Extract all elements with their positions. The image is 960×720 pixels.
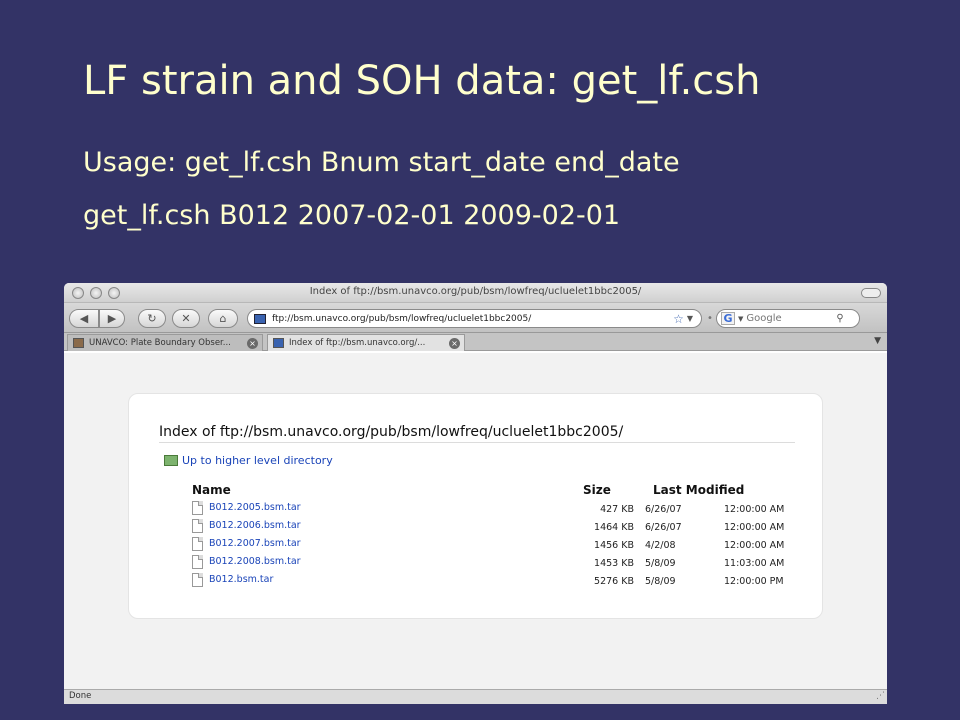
home-button[interactable]: ⌂ bbox=[208, 309, 238, 328]
file-time: 12:00:00 AM bbox=[724, 504, 785, 515]
search-input[interactable] bbox=[746, 313, 837, 324]
folder-up-icon bbox=[164, 455, 178, 466]
file-date: 5/8/09 bbox=[645, 576, 676, 587]
stop-icon: ✕ bbox=[181, 312, 191, 325]
column-header-name: Name bbox=[192, 483, 231, 497]
forward-button[interactable]: ▶ bbox=[99, 309, 125, 328]
heading-divider bbox=[159, 442, 795, 443]
file-link[interactable]: B012.bsm.tar bbox=[209, 574, 273, 585]
tab-unavco[interactable]: UNAVCO: Plate Boundary Obser... × bbox=[67, 334, 263, 351]
toolbar-toggle-button[interactable] bbox=[861, 288, 881, 298]
file-link[interactable]: B012.2007.bsm.tar bbox=[209, 538, 301, 549]
google-engine-icon[interactable]: G bbox=[721, 312, 735, 325]
file-time: 12:00:00 AM bbox=[724, 540, 785, 551]
separator-dot-icon: • bbox=[707, 313, 713, 324]
file-row: B012.2006.bsm.tar 1464 KB 6/26/07 12:00:… bbox=[192, 519, 792, 537]
file-size: 427 KB bbox=[600, 504, 634, 515]
address-bar[interactable]: ftp://bsm.unavco.org/pub/bsm/lowfreq/ucl… bbox=[247, 309, 702, 328]
reload-button[interactable]: ↻ bbox=[138, 309, 166, 328]
home-icon: ⌂ bbox=[219, 312, 227, 325]
usage-line: Usage: get_lf.csh Bnum start_date end_da… bbox=[83, 147, 680, 178]
file-icon bbox=[192, 573, 203, 587]
file-link[interactable]: B012.2005.bsm.tar bbox=[209, 502, 301, 513]
page-content: Index of ftp://bsm.unavco.org/pub/bsm/lo… bbox=[64, 353, 887, 689]
status-bar: Done ⋰ bbox=[64, 689, 887, 704]
file-icon bbox=[192, 537, 203, 551]
file-date: 6/26/07 bbox=[645, 522, 682, 533]
file-row: B012.2008.bsm.tar 1453 KB 5/8/09 11:03:0… bbox=[192, 555, 792, 573]
navigation-toolbar: ◀ ▶ ↻ ✕ ⌂ ftp://bsm.unavco.org/pub/bsm/l… bbox=[64, 303, 887, 333]
back-button[interactable]: ◀ bbox=[69, 309, 99, 328]
file-icon bbox=[192, 519, 203, 533]
window-title: Index of ftp://bsm.unavco.org/pub/bsm/lo… bbox=[309, 286, 642, 297]
search-bar[interactable]: G ▼ ⚲ bbox=[716, 309, 860, 328]
unavco-favicon-icon bbox=[73, 338, 84, 348]
title-bar: Index of ftp://bsm.unavco.org/pub/bsm/lo… bbox=[64, 283, 887, 303]
browser-window: Index of ftp://bsm.unavco.org/pub/bsm/lo… bbox=[64, 283, 887, 704]
site-favicon-icon bbox=[254, 313, 266, 324]
column-header-size: Size bbox=[583, 483, 611, 497]
file-link[interactable]: B012.2006.bsm.tar bbox=[209, 520, 301, 531]
file-time: 12:00:00 AM bbox=[724, 522, 785, 533]
file-row: B012.bsm.tar 5276 KB 5/8/09 12:00:00 PM bbox=[192, 573, 792, 591]
file-icon bbox=[192, 555, 203, 569]
file-row: B012.2005.bsm.tar 427 KB 6/26/07 12:00:0… bbox=[192, 501, 792, 519]
search-magnifier-icon[interactable]: ⚲ bbox=[836, 313, 843, 324]
back-arrow-icon: ◀ bbox=[79, 312, 89, 325]
tab-label: UNAVCO: Plate Boundary Obser... bbox=[89, 338, 231, 348]
listing-heading: Index of ftp://bsm.unavco.org/pub/bsm/lo… bbox=[159, 424, 624, 440]
file-date: 6/26/07 bbox=[645, 504, 682, 515]
example-line: get_lf.csh B012 2007-02-01 2009-02-01 bbox=[83, 200, 621, 231]
up-directory-label[interactable]: Up to higher level directory bbox=[182, 454, 333, 467]
stop-button[interactable]: ✕ bbox=[172, 309, 200, 328]
engine-dropdown-icon[interactable]: ▼ bbox=[738, 315, 743, 323]
file-size: 1464 KB bbox=[594, 522, 634, 533]
file-size: 1453 KB bbox=[594, 558, 634, 569]
tab-list-icon[interactable]: ▼ bbox=[874, 336, 881, 346]
column-header-modified: Last Modified bbox=[653, 483, 745, 497]
tab-close-icon[interactable]: × bbox=[449, 337, 460, 349]
file-size: 1456 KB bbox=[594, 540, 634, 551]
file-time: 11:03:00 AM bbox=[724, 558, 785, 569]
ftp-favicon-icon bbox=[273, 338, 284, 348]
history-dropdown-icon[interactable]: ▼ bbox=[687, 314, 693, 323]
slide-title: LF strain and SOH data: get_lf.csh bbox=[83, 58, 761, 104]
status-text: Done bbox=[69, 691, 92, 701]
tab-close-icon[interactable]: × bbox=[247, 337, 258, 349]
tab-ftp-index[interactable]: Index of ftp://bsm.unavco.org/... × bbox=[267, 334, 465, 351]
file-date: 4/2/08 bbox=[645, 540, 676, 551]
bookmark-star-icon[interactable]: ☆ bbox=[673, 312, 684, 326]
url-text[interactable]: ftp://bsm.unavco.org/pub/bsm/lowfreq/ucl… bbox=[272, 314, 673, 324]
directory-listing-card: Index of ftp://bsm.unavco.org/pub/bsm/lo… bbox=[128, 393, 823, 619]
file-time: 12:00:00 PM bbox=[724, 576, 784, 587]
resize-grip-icon[interactable]: ⋰ bbox=[876, 690, 885, 703]
tab-label: Index of ftp://bsm.unavco.org/... bbox=[289, 338, 426, 348]
file-link[interactable]: B012.2008.bsm.tar bbox=[209, 556, 301, 567]
up-directory-link[interactable]: Up to higher level directory bbox=[164, 454, 333, 467]
tab-bar: UNAVCO: Plate Boundary Obser... × Index … bbox=[64, 333, 887, 351]
file-date: 5/8/09 bbox=[645, 558, 676, 569]
file-size: 5276 KB bbox=[594, 576, 634, 587]
reload-icon: ↻ bbox=[147, 312, 157, 325]
file-row: B012.2007.bsm.tar 1456 KB 4/2/08 12:00:0… bbox=[192, 537, 792, 555]
file-icon bbox=[192, 501, 203, 515]
forward-arrow-icon: ▶ bbox=[107, 312, 117, 325]
